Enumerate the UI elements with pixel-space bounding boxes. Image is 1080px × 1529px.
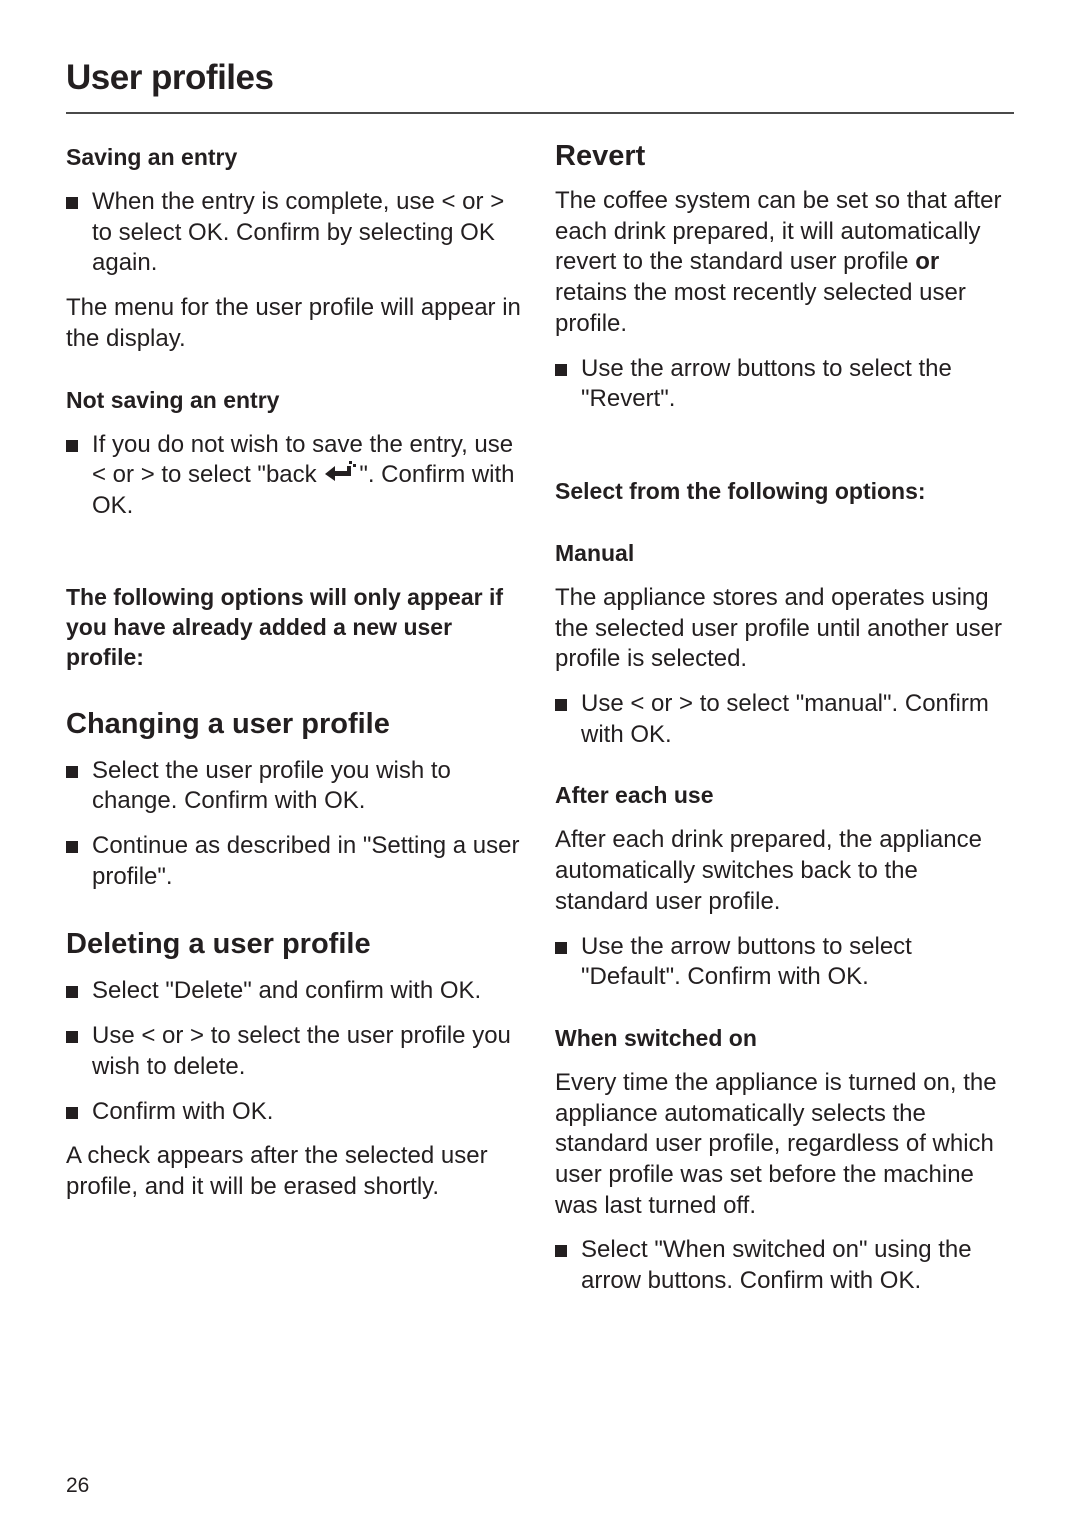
bullet-square-icon [555,363,567,376]
bullet-square-icon [66,986,78,999]
saving-entry-heading: Saving an entry [66,144,238,170]
saving-entry-paragraph: The menu for the user profile will appea… [66,294,521,352]
bullet-text: Confirm with OK. [92,1097,274,1125]
after-each-use-paragraph: After each drink prepared, the appliance… [555,826,982,915]
bullet-text: Use < or > to select the user profile yo… [92,1022,511,1080]
back-arrow-icon [325,461,357,482]
deleting-paragraph: A check appears after the selected user … [66,1142,488,1200]
deleting-profile-heading: Deleting a user profile [66,928,371,961]
options-heading: Select from the following options: [555,477,926,504]
bullet-text: Continue as described in "Setting a user… [92,832,520,890]
revert-paragraph: The coffee system can be set so that aft… [555,186,1015,340]
bullet-text: Use the arrow buttons to select "Default… [581,932,912,991]
bullet-square-icon [555,1245,567,1258]
deleting-bullet-2: Use < or > to select the user profile yo… [66,1021,521,1082]
bullet-square-icon [555,699,567,712]
changing-profile-heading: Changing a user profile [66,707,390,740]
saving-entry-bullet: When the entry is complete, use < or > t… [66,187,521,279]
bullet-text: Select "Delete" and confirm with OK. [92,977,482,1005]
bullet-square-icon [66,439,78,452]
when-switched-on-heading: When switched on [555,1024,757,1051]
not-saving-entry-heading: Not saving an entry [66,386,280,413]
bullet-square-icon [66,197,78,209]
paragraph-bold-text: or [915,248,940,276]
bullet-square-icon [66,1031,78,1044]
changing-bullet-2: Continue as described in "Setting a user… [66,831,521,892]
deleting-bullet-3: Confirm with OK. [66,1097,521,1128]
bullet-text: Select "When switched on" using the arro… [581,1236,972,1295]
changing-bullet-1: Select the user profile you wish to chan… [66,756,521,817]
not-saving-entry-bullet: If you do not wish to save the entry, us… [66,430,521,522]
bullet-text: Use < or > to select "manual". Confirm w… [581,690,989,748]
left-column: Saving an entry When the entry is comple… [66,138,521,1203]
after-each-use-heading: After each use [555,782,714,809]
bullet-square-icon [555,941,567,954]
right-column: Revert The coffee system can be set so t… [555,138,1015,1297]
bullet-square-icon [66,841,78,854]
bullet-text: When the entry is complete, use < or > t… [92,188,505,277]
manual-heading: Manual [555,539,635,566]
options-note: The following options will only appear i… [66,583,503,670]
deleting-bullet-1: Select "Delete" and confirm with OK. [66,976,521,1007]
when-switched-on-paragraph: Every time the appliance is turned on, t… [555,1068,997,1219]
bullet-text: Use the arrow buttons to select the "Rev… [581,354,952,413]
revert-heading: Revert [555,140,646,172]
paragraph-text: retains the most recently selected user … [555,279,966,337]
manual-paragraph: The appliance stores and operates using … [555,583,1002,673]
page-number: 26 [66,1474,90,1497]
bullet-square-icon [66,1106,78,1119]
bullet-square-icon [66,765,78,778]
title-divider [66,112,1014,114]
when-switched-on-bullet: Select "When switched on" using the arro… [555,1235,1015,1296]
after-each-use-bullet: Use the arrow buttons to select "Default… [555,932,1015,993]
bullet-text: Select the user profile you wish to chan… [92,756,451,815]
manual-bullet: Use < or > to select "manual". Confirm w… [555,689,1015,750]
revert-bullet: Use the arrow buttons to select the "Rev… [555,354,1015,415]
page-title: User profiles [66,58,274,97]
